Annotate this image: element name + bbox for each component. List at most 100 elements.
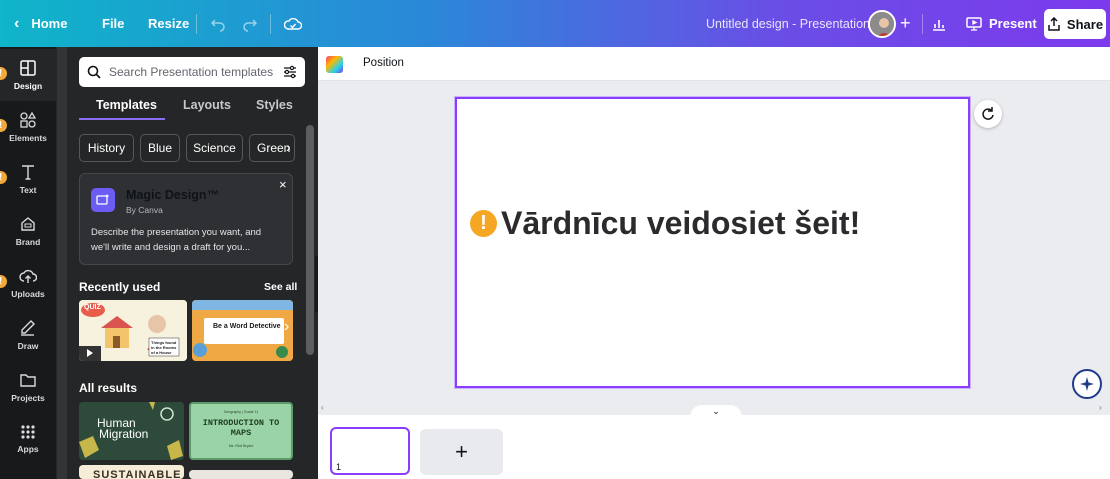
- top-bar: ‹ Home File Resize Untitled design - Pre…: [0, 0, 1110, 47]
- undo-button[interactable]: [210, 0, 226, 47]
- chevron-right-icon[interactable]: ›: [286, 139, 291, 155]
- close-icon[interactable]: ×: [279, 177, 287, 192]
- sustainable-title: SUSTAINABLE: [93, 469, 182, 479]
- scroll-right-icon[interactable]: ›: [1099, 403, 1102, 412]
- share-upload-icon: [1048, 17, 1060, 31]
- rail-label-draw: Draw: [17, 341, 39, 351]
- template-thumbnail-sustainable[interactable]: SUSTAINABLE: [79, 465, 184, 479]
- template-thumbnail-quiz[interactable]: QUIZ Things found in the Rooms of a Hous…: [79, 300, 187, 361]
- chip-blue[interactable]: Blue: [140, 134, 180, 162]
- chip-science[interactable]: Science: [186, 134, 243, 162]
- template-thumbnail-intro-maps[interactable]: Geography | Grade 11 INTRODUCTION TO MAP…: [189, 402, 293, 460]
- insights-button[interactable]: [931, 0, 947, 47]
- regenerate-button[interactable]: [974, 100, 1002, 128]
- color-picker-icon[interactable]: [326, 56, 343, 73]
- all-results-heading: All results: [79, 381, 138, 395]
- search-placeholder: Search Presentation templates: [109, 65, 274, 79]
- scroll-left-icon[interactable]: ‹: [321, 403, 324, 412]
- house-caption: Things found in the Rooms of a House: [151, 340, 177, 355]
- search-input[interactable]: Search Presentation templates: [79, 57, 305, 87]
- plus-icon: +: [900, 13, 911, 33]
- carousel-next-icon[interactable]: ›: [284, 318, 289, 336]
- share-button[interactable]: Share: [1044, 9, 1106, 39]
- document-title[interactable]: Untitled design - Presentation: [706, 0, 870, 47]
- rail-item-elements[interactable]: ! Elements: [0, 101, 56, 153]
- panel-scrollbar[interactable]: [306, 125, 314, 355]
- file-menu-button[interactable]: File: [102, 0, 124, 47]
- rail-item-apps[interactable]: Apps: [0, 413, 56, 465]
- see-all-link[interactable]: See all: [264, 281, 297, 293]
- home-label: Home: [31, 16, 68, 31]
- resize-button[interactable]: Resize: [148, 0, 189, 47]
- template-thumbnail-detective[interactable]: Be a Word Detective: [192, 300, 293, 361]
- page-thumbnail-1[interactable]: 1: [330, 427, 410, 475]
- migration-title-line2: Migration: [99, 427, 149, 441]
- rail-item-uploads[interactable]: ! Uploads: [0, 257, 56, 309]
- topbar-divider: [270, 14, 271, 34]
- sparkle-icon: [1080, 377, 1094, 391]
- page-number: 1: [336, 462, 342, 472]
- bar-chart-icon: [933, 19, 945, 31]
- undo-icon: [210, 18, 225, 32]
- rail-scrollbar[interactable]: [57, 47, 67, 479]
- tab-layouts[interactable]: Layouts: [183, 98, 231, 112]
- maps-small-caption: Geography | Grade 11: [223, 410, 259, 414]
- tab-templates[interactable]: Templates: [96, 98, 157, 112]
- rail-item-brand[interactable]: Brand: [0, 205, 56, 257]
- rail-label-projects: Projects: [11, 393, 45, 403]
- slide-canvas[interactable]: [454, 96, 971, 389]
- redo-icon: [243, 18, 258, 32]
- detective-title: Be a Word Detective: [213, 323, 281, 330]
- share-label: Share: [1066, 16, 1104, 32]
- rail-label-text: Text: [19, 185, 37, 195]
- canvas-horizontal-scrollbar[interactable]: ‹ › ⌄: [318, 403, 1110, 417]
- topbar-divider: [922, 14, 923, 34]
- chip-label: History: [87, 141, 126, 155]
- chip-history[interactable]: History: [79, 134, 134, 162]
- filter-sliders-icon[interactable]: [283, 65, 297, 79]
- rail-item-text[interactable]: ! Text: [0, 153, 56, 205]
- position-button[interactable]: Position: [363, 57, 404, 69]
- maps-title: INTRODUCTION TO MAPS: [202, 418, 280, 438]
- save-status-button[interactable]: [284, 0, 302, 47]
- rail-label-apps: Apps: [17, 444, 39, 454]
- layout-icon: [20, 60, 36, 76]
- topbar-divider: [196, 14, 197, 34]
- template-thumbnail-partial[interactable]: [189, 470, 293, 479]
- refresh-plus-icon: [982, 107, 994, 120]
- magic-design-icon: [91, 188, 115, 212]
- brand-icon: [21, 217, 35, 231]
- warning-icon: !: [0, 275, 7, 288]
- magic-assistant-button[interactable]: [1072, 369, 1102, 399]
- magic-design-byline: By Canva: [126, 205, 163, 215]
- slide-heading-text: Vārdnīcu veidosiet šeit!: [501, 205, 861, 241]
- chip-label: Blue: [147, 141, 173, 155]
- rail-item-design[interactable]: ! Design: [0, 49, 56, 101]
- plus-icon: +: [455, 439, 468, 464]
- rail-label-design: Design: [13, 81, 43, 91]
- upload-cloud-icon: [19, 269, 37, 283]
- tab-styles[interactable]: Styles: [256, 98, 293, 112]
- magic-design-description: Describe the presentation you want, and …: [91, 227, 262, 253]
- add-collaborator-button[interactable]: +: [900, 0, 911, 47]
- magic-design-card[interactable]: Magic Design™ By Canva × Describe the pr…: [79, 173, 293, 265]
- home-button[interactable]: ‹ Home: [14, 0, 67, 47]
- rail-item-draw[interactable]: Draw: [0, 309, 56, 361]
- editor-toolbar: Position: [318, 47, 1110, 81]
- avatar-image: [870, 12, 894, 36]
- avatar[interactable]: [868, 10, 896, 38]
- chevron-left-icon: ‹: [14, 14, 20, 32]
- template-thumbnail-human-migration[interactable]: Human Migration: [79, 402, 184, 460]
- warning-icon: !: [470, 210, 497, 237]
- maps-subtitle: Ms. Eliot Bryant: [228, 444, 254, 448]
- add-page-button[interactable]: +: [420, 429, 503, 475]
- rail-item-projects[interactable]: Projects: [0, 361, 56, 413]
- file-label: File: [102, 16, 125, 31]
- active-tab-indicator: [79, 118, 165, 120]
- magic-design-title: Magic Design™: [126, 188, 220, 202]
- present-button[interactable]: Present: [965, 0, 1037, 47]
- slide-heading[interactable]: ! Vārdnīcu veidosiet šeit!: [470, 205, 860, 242]
- warning-icon: !: [0, 119, 7, 132]
- present-icon: [966, 16, 982, 31]
- redo-button[interactable]: [242, 0, 258, 47]
